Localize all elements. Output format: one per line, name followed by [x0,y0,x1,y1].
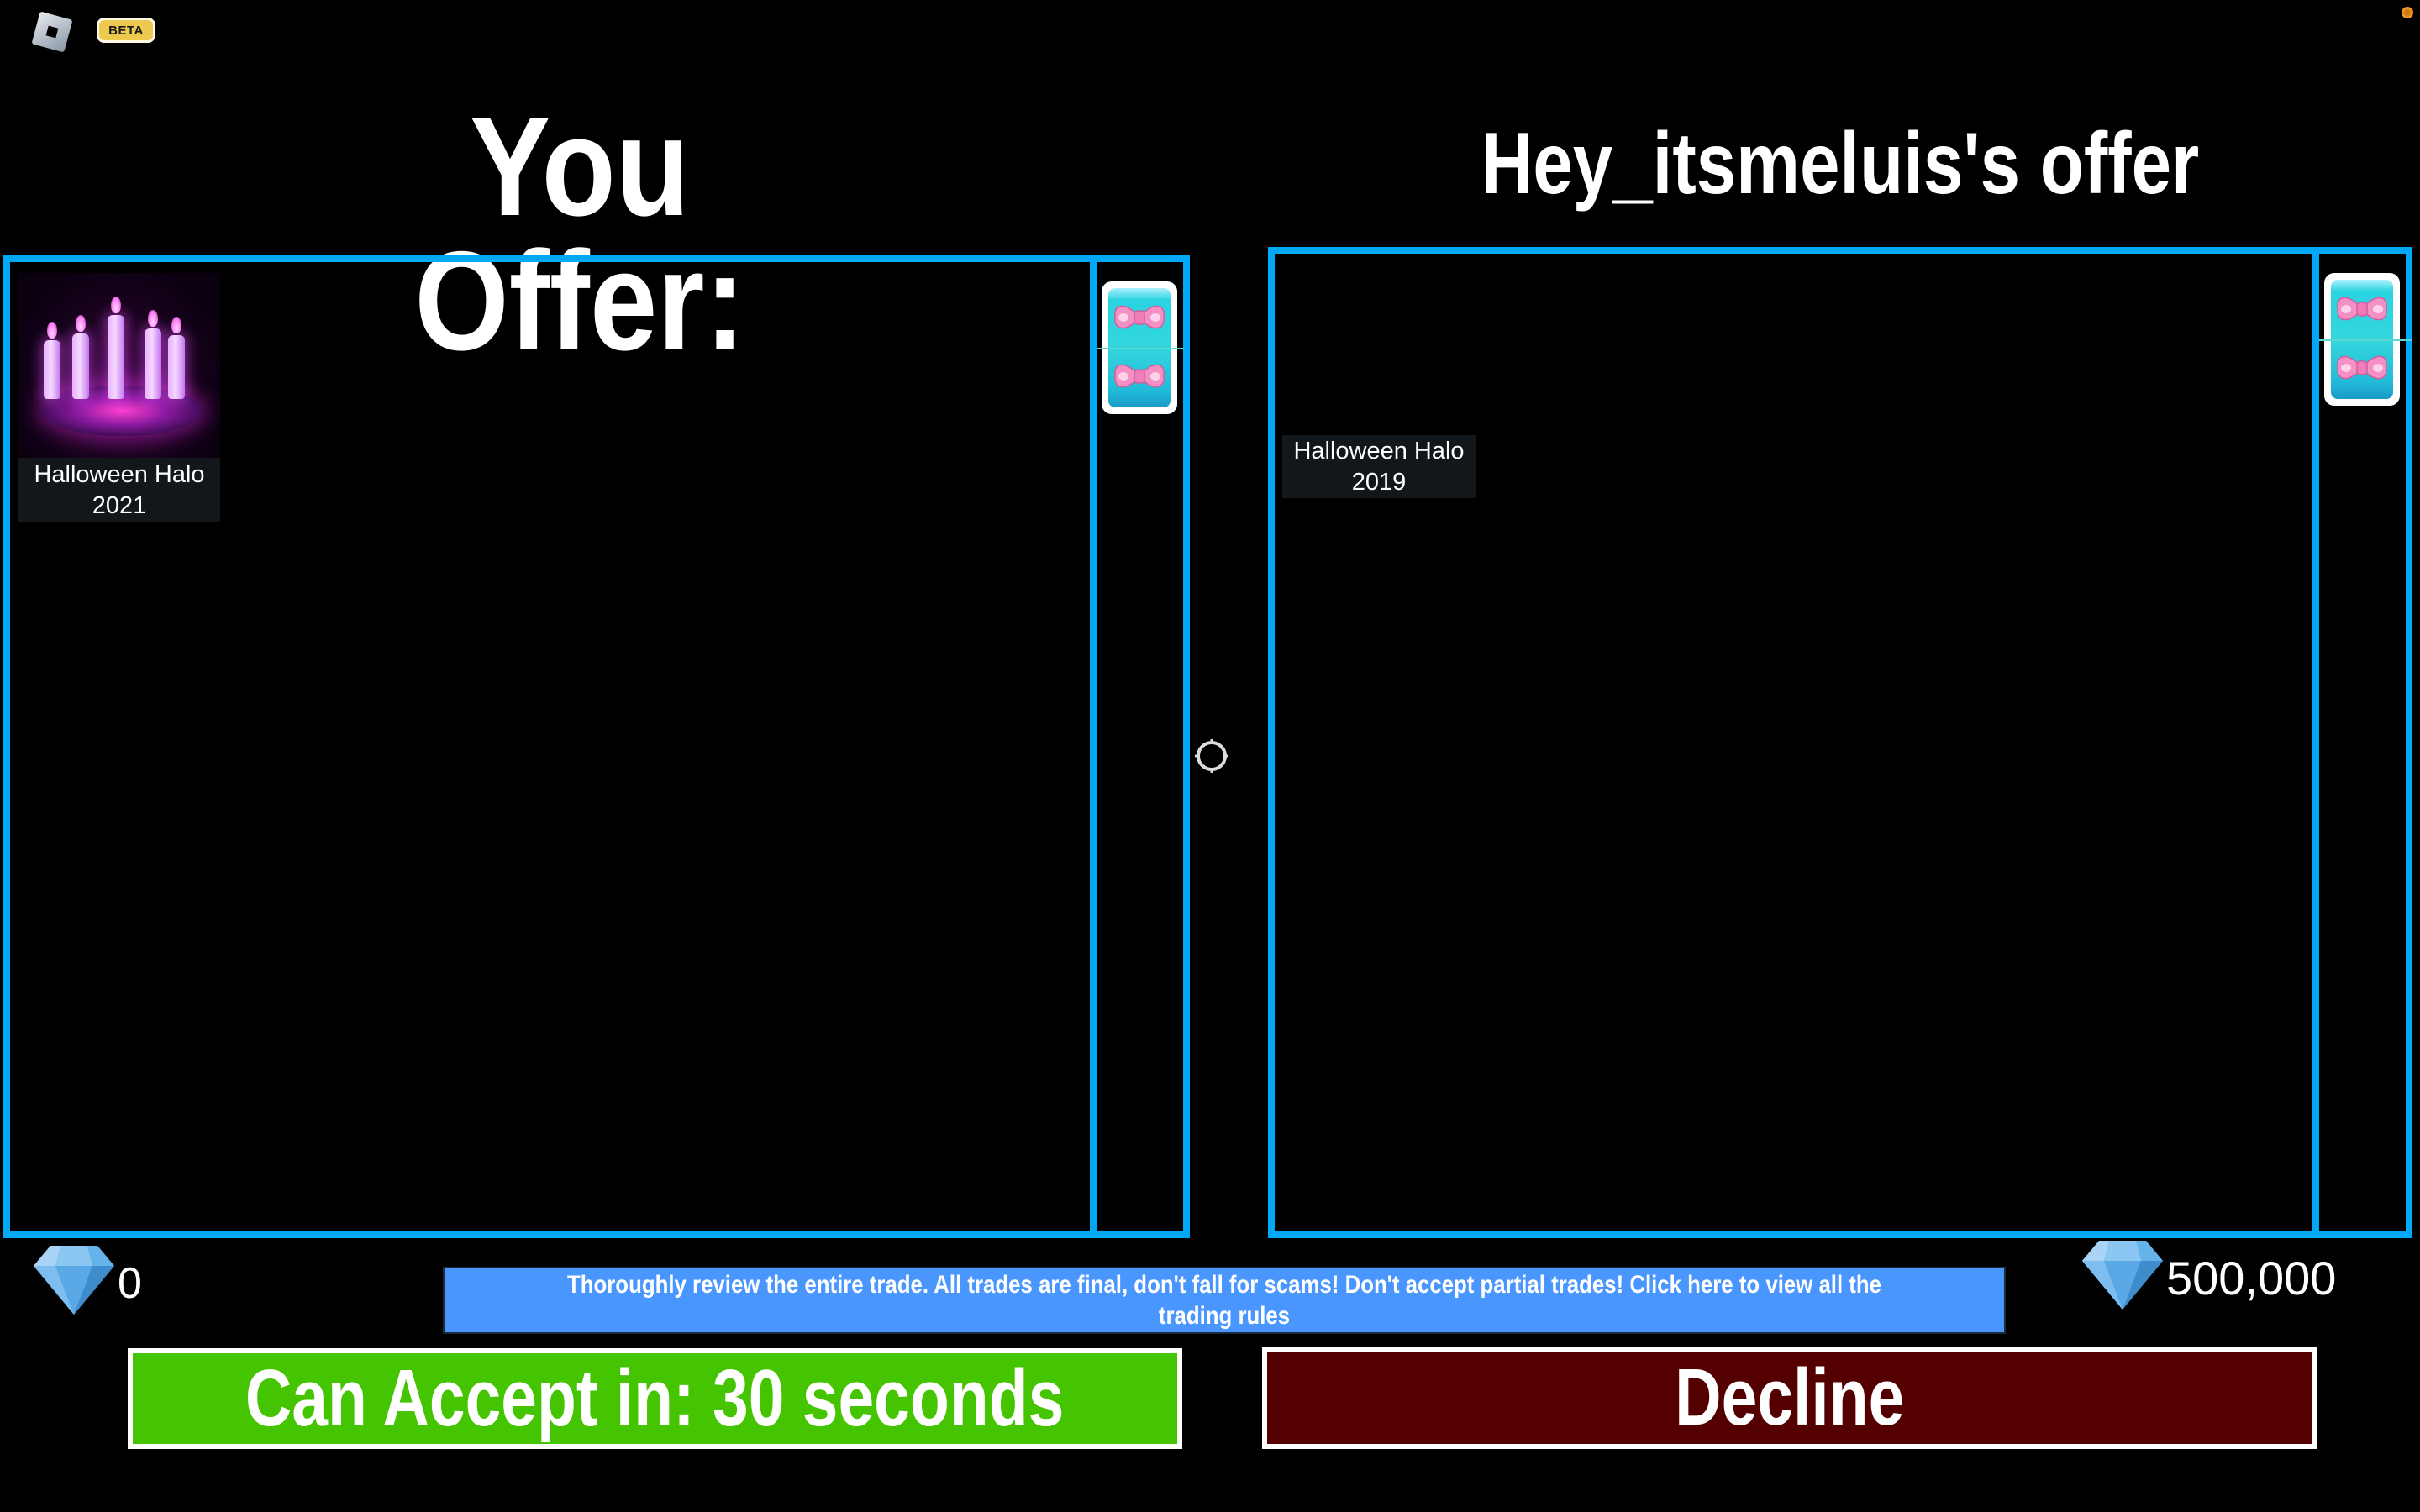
decline-button[interactable]: Decline [1262,1347,2317,1449]
crosshair-cursor-icon [1195,739,1228,773]
card-line [2319,339,2412,341]
accept-button[interactable]: Can Accept in: 30 seconds [128,1348,1182,1449]
roblox-logo-icon[interactable] [31,11,73,53]
their-item-label[interactable]: Halloween Halo 2019 [1282,435,1476,498]
decline-button-label: Decline [1675,1352,1905,1442]
diamond-icon [2082,1241,2163,1310]
diamond-icon [34,1246,114,1315]
notification-dot-icon [2402,7,2413,18]
your-gem-amount: 0 [118,1259,142,1308]
their-item-name-line1: Halloween Halo [1293,437,1465,465]
pink-bow-icon [1114,305,1165,329]
accept-button-label: Can Accept in: 30 seconds [245,1353,1065,1443]
card-line [1097,348,1184,349]
trading-rules-notice-link[interactable]: Thoroughly review the entire trade. All … [443,1267,2006,1334]
their-offer-panel [1268,247,2412,1238]
their-item-name-line2: 2019 [1351,468,1407,496]
their-offer-panel-divider [2312,247,2319,1238]
your-item-name-line1: Halloween Halo [34,460,205,488]
their-offer-title: Hey_itsmeluis's offer [1481,115,2200,213]
your-offer-panel-divider [1090,255,1097,1238]
halloween-halo-2021-image[interactable] [18,273,220,458]
your-item-label[interactable]: Halloween Halo 2021 [18,458,220,522]
pink-bow-icon [1114,364,1165,388]
pink-bow-icon [2337,297,2387,321]
their-gem-amount: 500,000 [2166,1252,2337,1305]
trading-rules-notice-text: Thoroughly review the entire trade. All … [566,1271,1882,1330]
pink-bow-icon [2337,355,2387,380]
your-item-name-line2: 2021 [92,491,147,519]
beta-badge: BETA [97,18,155,43]
your-offer-title: You Offer: [414,87,745,380]
